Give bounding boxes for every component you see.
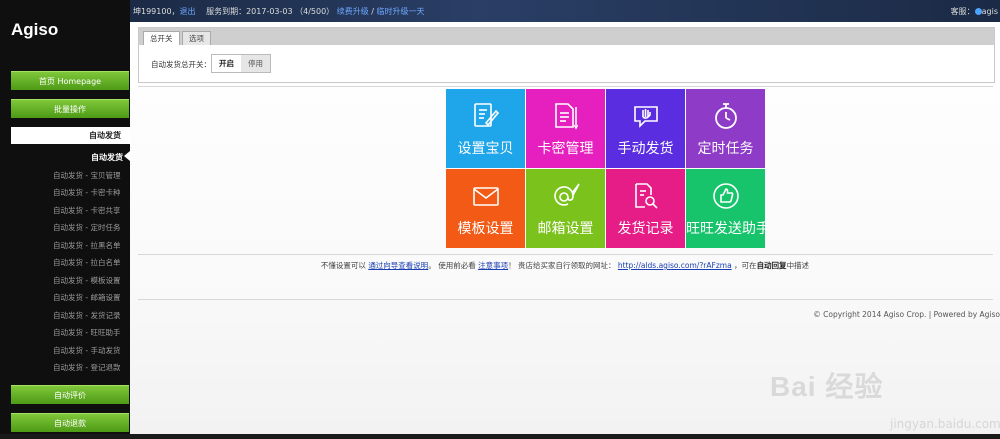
- support-area: 客服： agis: [951, 6, 998, 17]
- sidebar: Agiso 首页 Homepage 批量操作 自动发货 自动发货 自动发货 - …: [0, 0, 130, 434]
- sidebar-auto-refund-button[interactable]: 自动退款: [11, 413, 129, 432]
- sidebar-item-ship-record[interactable]: 自动发货 - 发货记录: [53, 310, 120, 321]
- tile-label: 卡密管理: [537, 141, 594, 157]
- separator: ，: [171, 7, 180, 16]
- tile-email-settings[interactable]: 邮箱设置: [526, 169, 605, 248]
- temp-upgrade-link[interactable]: 临时升级一天: [377, 7, 425, 16]
- tile-manual-ship[interactable]: 手动发货: [606, 89, 685, 168]
- sidebar-item-manual-ship[interactable]: 自动发货 - 手动发货: [53, 345, 120, 356]
- tile-wangwang-assistant[interactable]: 旺旺发送助手: [686, 169, 770, 248]
- claim-url-link[interactable]: http://alds.agiso.com/?rAFzma: [618, 261, 732, 270]
- edit-doc-icon: [474, 103, 500, 127]
- tab-options[interactable]: 选项: [182, 31, 211, 45]
- sidebar-item-refund[interactable]: 自动发货 - 登记退款: [53, 362, 120, 373]
- envelope-icon: [473, 187, 499, 206]
- logout-link[interactable]: 退出: [180, 7, 196, 16]
- tab-main-switch[interactable]: 总开关: [143, 31, 180, 45]
- main-content: 总开关 选项 自动发货总开关： 开启 停用 设置宝贝 卡密管理 手动发货 定时任…: [130, 22, 1000, 434]
- sidebar-item-wangwang[interactable]: 自动发货 - 旺旺助手: [53, 327, 120, 338]
- tile-label: 手动发货: [617, 141, 674, 157]
- baidu-watermark: Bai 经验 jingyan.baidu.com: [770, 359, 1000, 439]
- tip-mid: 。 使用前必看: [428, 261, 479, 270]
- card-doc-icon: [555, 103, 579, 130]
- app-logo: Agiso: [11, 20, 59, 39]
- sidebar-item-card-type[interactable]: 自动发货 - 卡密卡种: [53, 187, 120, 198]
- sidebar-item-template[interactable]: 自动发货 - 模板设置: [53, 275, 120, 286]
- tip-claim: ！ 贵店给买家自行领取的网址：: [508, 261, 616, 270]
- switch-label: 自动发货总开关：: [151, 60, 211, 69]
- renew-link[interactable]: 续费升级: [337, 7, 369, 16]
- usage-tip: 不懂设置可以 通过向导查看说明。 使用前必看 注意事项！ 贵店给买家自行领取的网…: [130, 260, 1000, 271]
- sidebar-item-blacklist[interactable]: 自动发货 - 拉黑名单: [53, 240, 120, 251]
- sidebar-homepage-button[interactable]: 首页 Homepage: [11, 71, 129, 90]
- tab-bar: 总开关 选项: [139, 28, 994, 45]
- tile-label: 旺旺发送助手: [686, 221, 770, 237]
- tile-label: 邮箱设置: [537, 221, 594, 237]
- sidebar-item-card-share[interactable]: 自动发货 - 卡密共享: [53, 205, 120, 216]
- tile-label: 定时任务: [697, 141, 754, 157]
- divider: [138, 86, 993, 87]
- tile-template-settings[interactable]: 模板设置: [446, 169, 525, 248]
- support-avatar-icon: [974, 8, 982, 15]
- support-label: 客服：: [950, 7, 975, 16]
- tip-suffix-pre: ，可在: [731, 261, 757, 270]
- auto-ship-switch: 开启 停用: [211, 54, 271, 73]
- notice-link[interactable]: 注意事项: [478, 261, 508, 270]
- thumbs-up-icon: [713, 183, 739, 209]
- top-bar: 坤199100，退出 服务到期：2017-03-03 （4/500） 续费升级 …: [130, 0, 1000, 22]
- sidebar-sub-auto-ship-active[interactable]: 自动发货: [11, 152, 123, 163]
- hand-message-icon: [634, 106, 658, 128]
- tile-label: 模板设置: [457, 221, 514, 237]
- switch-off-button[interactable]: 停用: [241, 55, 270, 72]
- sidebar-item-email[interactable]: 自动发货 - 邮箱设置: [53, 292, 120, 303]
- tile-label: 发货记录: [617, 221, 674, 237]
- sidebar-item-item-manage[interactable]: 自动发货 - 宝贝管理: [53, 170, 120, 181]
- feature-tile-grid: 设置宝贝 卡密管理 手动发货 定时任务 模板设置 邮箱设置 发货记录 旺旺发送助…: [446, 89, 770, 248]
- tile-ship-record[interactable]: 发货记录: [606, 169, 685, 248]
- sidebar-item-scheduled-task[interactable]: 自动发货 - 定时任务: [53, 222, 120, 233]
- tile-scheduled-task[interactable]: 定时任务: [686, 89, 765, 168]
- tip-suffix-post: 中描述: [786, 261, 810, 270]
- stopwatch-icon: [715, 103, 737, 129]
- slash-separator: /: [368, 7, 377, 16]
- sidebar-item-whitelist[interactable]: 自动发货 - 拉白名单: [53, 257, 120, 268]
- tip-prefix: 不懂设置可以: [320, 261, 369, 270]
- tile-card-manage[interactable]: 卡密管理: [526, 89, 605, 168]
- divider: [138, 299, 993, 300]
- at-feather-icon: [554, 183, 580, 206]
- record-search-icon: [635, 183, 658, 209]
- settings-panel: 总开关 选项 自动发货总开关： 开启 停用: [138, 27, 995, 83]
- username: 坤199100: [133, 7, 172, 16]
- copyright: © Copyright 2014 Agiso Crop. | Powered b…: [813, 310, 1000, 319]
- tip-auto-reply: 自动回复: [756, 261, 787, 270]
- sidebar-auto-review-button[interactable]: 自动评价: [11, 385, 129, 404]
- tile-label: 设置宝贝: [457, 141, 514, 157]
- watermark-url: jingyan.baidu.com: [890, 417, 1000, 431]
- guide-link[interactable]: 通过向导查看说明: [368, 261, 428, 270]
- switch-on-button[interactable]: 开启: [212, 55, 241, 72]
- watermark-brand: Bai 经验: [770, 371, 884, 402]
- divider: [138, 254, 993, 255]
- service-expiry: 服务到期：2017-03-03 （4/500）: [206, 7, 335, 16]
- sidebar-batch-button[interactable]: 批量操作: [11, 99, 129, 118]
- support-name[interactable]: agis: [982, 7, 998, 16]
- sidebar-section-auto-ship[interactable]: 自动发货: [11, 127, 130, 144]
- tile-set-items[interactable]: 设置宝贝: [446, 89, 525, 168]
